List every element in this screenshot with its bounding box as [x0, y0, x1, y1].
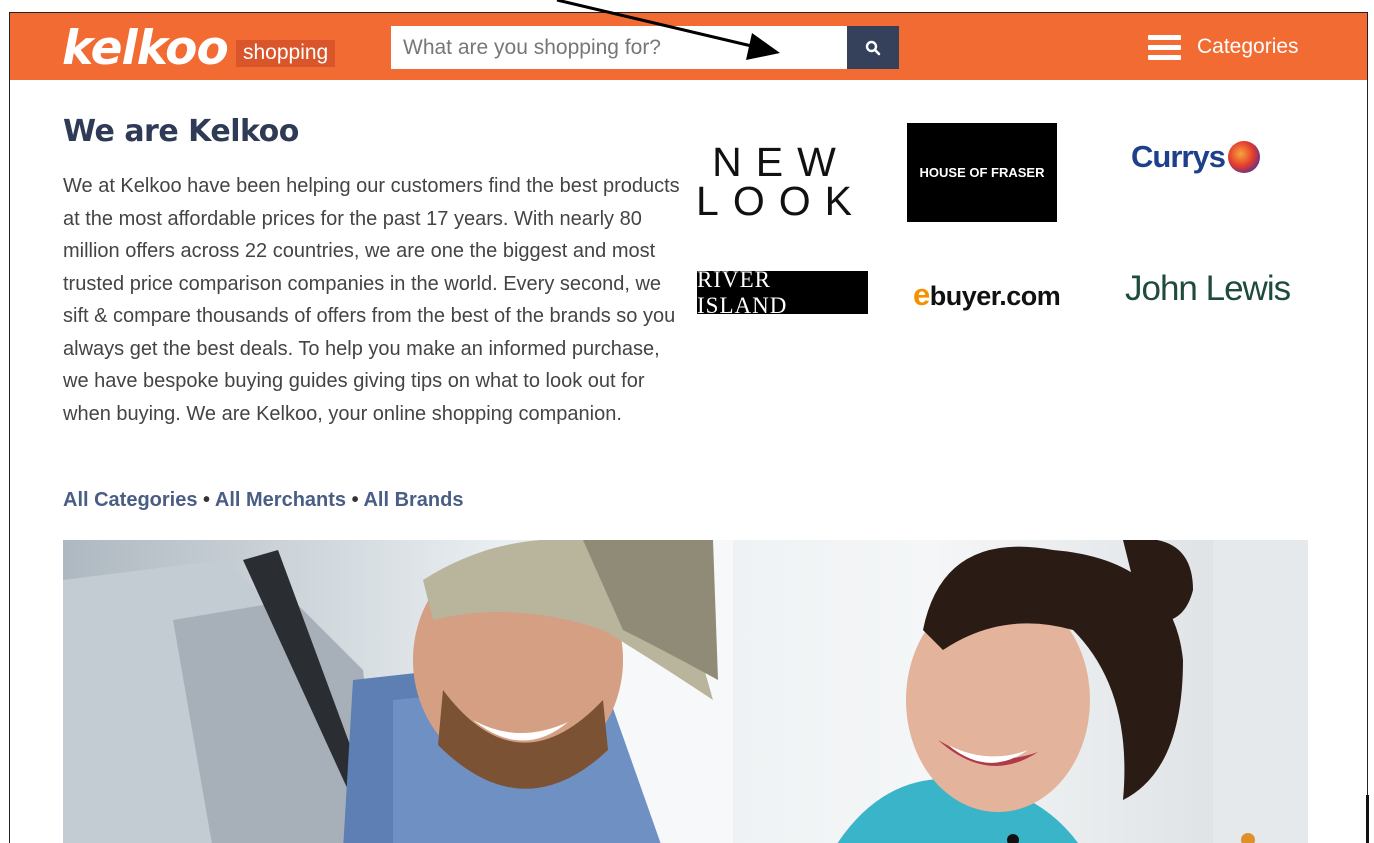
- all-brands-link[interactable]: All Brands: [363, 489, 463, 511]
- page-title: We are Kelkoo: [63, 114, 299, 149]
- search-input[interactable]: [391, 26, 847, 69]
- kelkoo-logo[interactable]: kelkoo: [62, 20, 229, 78]
- shoppers-photo-illustration: [63, 540, 1308, 843]
- categories-label: Categories: [1197, 35, 1299, 58]
- search-icon: [865, 40, 881, 55]
- ebuyer-e-mark: e: [913, 277, 930, 312]
- currys-wordmark: Currys: [1131, 139, 1226, 174]
- search-button[interactable]: [847, 26, 899, 69]
- brand-logo-ebuyer[interactable]: ebuyer.com: [913, 277, 1061, 313]
- brand-logo-currys[interactable]: Currys: [1131, 139, 1260, 175]
- browser-page: kelkoo shopping Categories We are Kelkoo…: [9, 12, 1368, 843]
- directory-links: All Categories • All Merchants • All Bra…: [63, 489, 463, 512]
- about-paragraph: We at Kelkoo have been helping our custo…: [63, 175, 680, 425]
- brand-logo-new-look[interactable]: NEW LOOK: [696, 142, 866, 222]
- link-separator: •: [203, 489, 211, 511]
- link-separator: •: [351, 489, 359, 511]
- hamburger-menu-icon: [1148, 33, 1181, 61]
- all-merchants-link[interactable]: All Merchants: [215, 489, 346, 511]
- logo-shopping-tag: shopping: [236, 40, 336, 67]
- categories-menu-button[interactable]: Categories: [1148, 31, 1299, 63]
- currys-globe-icon: [1227, 141, 1260, 173]
- text-cursor-marker: [1366, 795, 1369, 843]
- brand-logo-john-lewis[interactable]: John Lewis: [1125, 269, 1291, 309]
- hero-photo: [63, 540, 1308, 843]
- ebuyer-wordmark: buyer.com: [929, 281, 1061, 311]
- brand-logo-house-of-fraser[interactable]: HOUSE OF FRASER: [907, 123, 1057, 222]
- brand-logo-river-island[interactable]: RIVER ISLAND: [697, 267, 868, 318]
- all-categories-link[interactable]: All Categories: [63, 489, 197, 511]
- site-header: kelkoo shopping Categories: [10, 13, 1367, 80]
